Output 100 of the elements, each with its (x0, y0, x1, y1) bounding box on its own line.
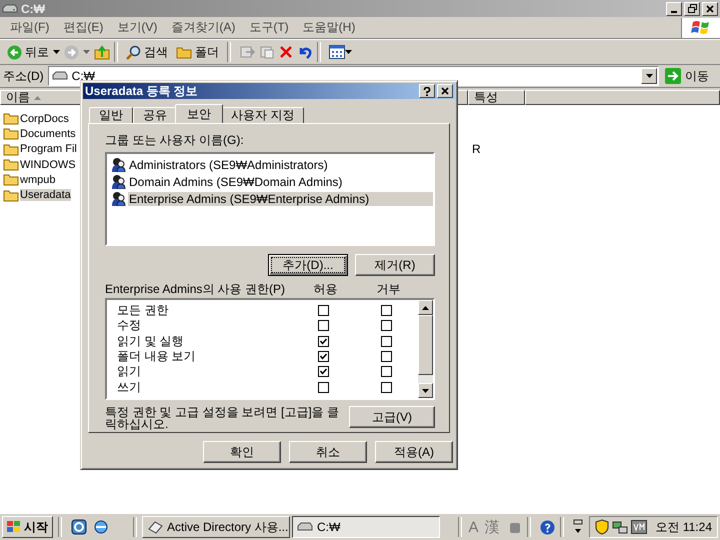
restore-icon (688, 4, 696, 13)
search-button[interactable]: 검색 (122, 44, 172, 60)
go-button[interactable]: 이동 (663, 68, 717, 84)
help-button[interactable] (419, 84, 435, 98)
up-arrow-icon (422, 306, 429, 310)
folder-icon (3, 112, 19, 126)
dialog-button[interactable]: 적용(A) (375, 441, 453, 463)
attribute-cell: R (472, 142, 481, 156)
menu-item[interactable]: 도움말(H) (296, 19, 362, 36)
folder-up-icon[interactable] (94, 44, 110, 60)
permission-name: 폴더 내용 보기 (116, 348, 197, 366)
deny-checkbox[interactable] (381, 336, 392, 347)
allow-checkbox[interactable] (318, 351, 329, 362)
tray-toggle-icon[interactable] (572, 519, 583, 535)
search-icon (126, 44, 141, 60)
caret-icon (646, 74, 652, 78)
caret-icon[interactable] (345, 50, 352, 54)
column-header[interactable]: 이름 (0, 90, 82, 105)
sort-arrow-icon (34, 96, 41, 100)
back-button[interactable]: 뒤로 (3, 44, 53, 60)
tab[interactable]: 사용자 지정 (221, 107, 304, 123)
window-title: C:₩ (21, 2, 45, 16)
user-group-icon (111, 191, 126, 206)
view-grid-icon[interactable] (329, 45, 345, 59)
minimize-icon (671, 10, 677, 12)
menu-item[interactable]: 보기(V) (110, 19, 164, 36)
vm-icon[interactable] (630, 520, 647, 534)
add-button[interactable]: 추가(D)... (268, 254, 348, 276)
close-button[interactable] (702, 2, 718, 16)
folder-item[interactable]: wmpub (0, 173, 56, 186)
allow-header: 허용 (312, 280, 338, 298)
deny-checkbox[interactable] (381, 366, 392, 378)
folder-icon (3, 142, 19, 156)
question-mark-icon (423, 86, 431, 96)
folder-item[interactable]: Documents (0, 127, 76, 140)
group-label: 그룹 또는 사용자 이름(G): (105, 132, 245, 149)
column-header[interactable]: 특성 (468, 90, 525, 105)
delete-icon[interactable] (279, 45, 293, 59)
taskbar-button[interactable]: C:₩ (292, 516, 440, 538)
deny-checkbox[interactable] (381, 320, 392, 332)
minimize-button[interactable] (666, 2, 682, 16)
dialog-button[interactable]: 취소 (289, 441, 367, 463)
menu-item[interactable]: 도구(T) (242, 19, 296, 36)
shield-icon[interactable] (594, 519, 609, 535)
allow-checkbox[interactable] (318, 366, 329, 378)
menu-item[interactable]: 편집(E) (56, 19, 110, 36)
close-icon (706, 4, 714, 12)
tab[interactable]: 일반 (89, 107, 133, 123)
column-header[interactable] (525, 90, 720, 105)
advanced-hint-text: 특정 권한 및 고급 설정을 보려면 [고급]을 클릭하십시오. (105, 406, 340, 430)
folders-button[interactable]: 폴더 (172, 44, 223, 60)
windows-logo-icon (7, 521, 21, 533)
folder-item[interactable]: WINDOWS (0, 158, 76, 172)
user-group-icon (111, 157, 126, 172)
deny-checkbox[interactable] (381, 305, 392, 316)
start-button[interactable]: 시작 (2, 516, 53, 538)
permission-name: 읽기 (116, 363, 142, 380)
dropdown-button[interactable] (641, 68, 657, 84)
user-item[interactable]: Domain Admins (SE9₩Domain Admins) (128, 174, 433, 188)
go-arrow-icon (665, 68, 681, 84)
restore-button[interactable] (684, 2, 700, 16)
folder-icon (3, 173, 19, 186)
tab[interactable]: 보안 (175, 104, 223, 123)
help-icon[interactable] (540, 520, 555, 534)
allow-checkbox[interactable] (318, 305, 329, 316)
user-item[interactable]: Enterprise Admins (SE9₩Enterprise Admins) (128, 192, 433, 206)
deny-checkbox[interactable] (381, 382, 392, 393)
clock: 오전 11:24 (656, 518, 712, 536)
deny-checkbox[interactable] (381, 351, 392, 362)
dialog-button[interactable]: 확인 (203, 441, 281, 463)
close-button[interactable] (437, 84, 453, 98)
user-item[interactable]: Administrators (SE9₩Administrators) (128, 158, 433, 172)
allow-checkbox[interactable] (318, 320, 329, 332)
folder-icon (176, 45, 192, 59)
deny-header: 거부 (376, 280, 402, 298)
down-arrow-icon (422, 388, 429, 392)
permissions-label: Enterprise Admins의 사용 권한(P) (105, 280, 286, 298)
drive-icon (297, 522, 313, 532)
drive-icon (52, 71, 68, 81)
folder-icon (3, 188, 19, 202)
drive-icon (2, 2, 18, 14)
caret-icon[interactable] (53, 50, 60, 54)
allow-checkbox[interactable] (318, 382, 329, 393)
scrollbar[interactable] (418, 300, 433, 398)
user-group-icon (111, 174, 126, 189)
network-icon[interactable] (612, 519, 628, 535)
menu-item[interactable]: 파일(F) (3, 19, 56, 36)
taskbar-button[interactable]: Active Directory 사용... (142, 516, 290, 538)
quick-launch-icon[interactable] (71, 519, 87, 535)
folder-icon (3, 127, 19, 140)
folder-item[interactable]: CorpDocs (0, 112, 69, 126)
permission-name: 모든 권한 (116, 302, 170, 320)
browser-icon[interactable] (93, 519, 109, 535)
allow-checkbox[interactable] (318, 336, 329, 347)
folder-item[interactable]: Program Fil (0, 142, 77, 156)
permission-name: 수정 (116, 317, 142, 334)
advanced-button[interactable]: 고급(V) (349, 406, 435, 428)
remove-button[interactable]: 제거(R) (355, 254, 435, 276)
menu-item[interactable]: 즐겨찾기(A) (164, 19, 242, 36)
permission-name: 쓰기 (116, 378, 142, 396)
